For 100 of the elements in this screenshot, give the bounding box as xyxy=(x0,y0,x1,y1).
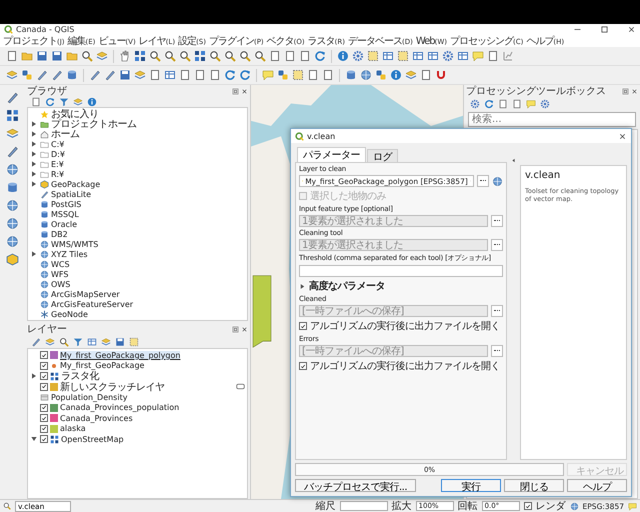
magnifier-icon[interactable] xyxy=(164,50,176,62)
browser-item[interactable]: ArcGisFeatureServer xyxy=(51,300,134,308)
table-icon[interactable] xyxy=(427,50,439,62)
layer-name[interactable]: Canada_Provinces_population xyxy=(60,403,180,412)
table-icon[interactable] xyxy=(87,336,97,346)
layer-checkbox[interactable] xyxy=(40,404,48,412)
browser-item[interactable]: WFS xyxy=(51,270,68,278)
expand-arrow-icon[interactable] xyxy=(30,140,38,148)
maximize-icon[interactable] xyxy=(600,25,609,34)
browse-button[interactable] xyxy=(491,215,503,227)
close-icon[interactable] xyxy=(241,88,248,94)
layers-icon[interactable] xyxy=(134,69,146,81)
page-icon[interactable] xyxy=(420,69,432,81)
layer-checkbox[interactable] xyxy=(40,382,48,391)
globe-icon[interactable] xyxy=(492,176,503,186)
grid-icon[interactable] xyxy=(6,109,19,122)
table-icon[interactable] xyxy=(457,50,469,62)
layers-icon[interactable] xyxy=(73,97,83,107)
layer-checkbox[interactable] xyxy=(40,362,48,370)
dialog-button[interactable]: 実行 xyxy=(441,479,501,492)
refresh-icon[interactable] xyxy=(45,97,55,107)
page-icon[interactable] xyxy=(194,69,206,81)
gear-icon[interactable] xyxy=(352,50,364,62)
page-icon[interactable] xyxy=(6,50,18,62)
layers-icon[interactable] xyxy=(45,336,55,346)
checkbox[interactable] xyxy=(299,362,307,370)
magnifier-icon[interactable] xyxy=(239,50,251,62)
browser-item[interactable]: Oracle xyxy=(51,220,78,228)
scale-field[interactable] xyxy=(340,501,388,511)
table-icon[interactable] xyxy=(382,50,394,62)
checkbox[interactable] xyxy=(524,502,532,510)
magnifier-icon[interactable] xyxy=(59,336,69,346)
indicator-icon[interactable] xyxy=(236,382,245,392)
layer-name[interactable]: My_first_GeoPackage_polygon xyxy=(60,350,180,360)
batch-button[interactable]: バッチプロセスで実行... xyxy=(295,479,416,492)
page-icon[interactable] xyxy=(31,97,41,107)
browser-item[interactable]: WMS/WMTS xyxy=(51,240,98,248)
blocks-icon[interactable] xyxy=(21,69,33,81)
layer-checkbox[interactable] xyxy=(40,435,48,444)
selection-icon[interactable] xyxy=(129,336,139,346)
expand-arrow-icon[interactable] xyxy=(30,180,38,188)
database-icon[interactable] xyxy=(345,69,357,81)
pencil-icon[interactable] xyxy=(36,69,48,81)
globe-icon[interactable] xyxy=(360,69,372,81)
page-icon[interactable] xyxy=(284,50,296,62)
expand-arrow-icon[interactable] xyxy=(30,150,38,158)
browser-item[interactable]: D:¥ xyxy=(51,150,65,158)
layers-icon[interactable] xyxy=(101,336,111,346)
expand-arrow-icon[interactable] xyxy=(30,372,38,380)
database-icon[interactable] xyxy=(6,181,19,194)
layer-checkbox[interactable] xyxy=(40,372,48,380)
browser-item[interactable]: ArcGisMapServer xyxy=(51,290,120,298)
gear-icon[interactable] xyxy=(470,98,480,108)
expand-arrow-icon[interactable] xyxy=(299,282,306,290)
globe-icon[interactable] xyxy=(6,163,19,176)
magnifier-icon[interactable] xyxy=(179,50,191,62)
layers-icon[interactable] xyxy=(6,127,19,140)
pencil-icon[interactable] xyxy=(6,145,19,158)
info-icon[interactable] xyxy=(337,50,349,62)
magnifier-icon[interactable] xyxy=(81,50,93,62)
search-field[interactable]: 検索... xyxy=(468,112,636,127)
page-icon[interactable] xyxy=(307,69,319,81)
globe-icon[interactable] xyxy=(6,217,19,230)
refresh-icon[interactable] xyxy=(484,98,494,108)
globe-icon[interactable] xyxy=(6,199,19,212)
browser-item[interactable]: GeoNode xyxy=(51,310,88,318)
browse-button[interactable] xyxy=(491,345,503,357)
magnifier-icon[interactable] xyxy=(149,50,161,62)
browser-item[interactable]: E:¥ xyxy=(51,160,64,168)
checkbox[interactable] xyxy=(299,322,307,330)
layer-name[interactable]: Canada_Provinces xyxy=(60,414,133,423)
close-icon[interactable] xyxy=(241,326,248,332)
browser-item[interactable]: PostGIS xyxy=(51,200,82,208)
pencil-icon[interactable] xyxy=(51,69,63,81)
page-icon[interactable] xyxy=(322,69,334,81)
page-icon[interactable] xyxy=(149,69,161,81)
table-icon[interactable] xyxy=(412,50,424,62)
selection-icon[interactable] xyxy=(397,50,409,62)
expand-arrow-icon[interactable] xyxy=(30,160,38,168)
expand-arrow-icon[interactable] xyxy=(30,120,38,128)
cube-icon[interactable] xyxy=(6,253,19,266)
close-icon[interactable] xyxy=(631,88,638,94)
browse-button[interactable] xyxy=(491,305,503,317)
page-icon[interactable] xyxy=(269,50,281,62)
close-icon[interactable] xyxy=(627,25,636,34)
section-header[interactable]: 高度なパラメータ xyxy=(309,279,385,293)
expand-arrow-icon[interactable] xyxy=(30,250,38,258)
expand-arrow-icon[interactable] xyxy=(30,170,38,178)
chart-icon[interactable] xyxy=(502,50,514,62)
page-icon[interactable] xyxy=(209,69,221,81)
layers-icon[interactable] xyxy=(405,69,417,81)
browser-item[interactable]: SpatiaLite xyxy=(51,190,92,198)
dialog-button[interactable]: ヘルプ xyxy=(567,479,627,492)
browser-item[interactable]: WCS xyxy=(51,260,70,268)
input-field[interactable] xyxy=(299,265,503,277)
database-icon[interactable] xyxy=(66,69,78,81)
expand-arrow-icon[interactable] xyxy=(30,130,38,138)
float-icon[interactable] xyxy=(622,88,629,94)
globe-icon[interactable] xyxy=(6,235,19,248)
blocks-icon[interactable] xyxy=(375,69,387,81)
